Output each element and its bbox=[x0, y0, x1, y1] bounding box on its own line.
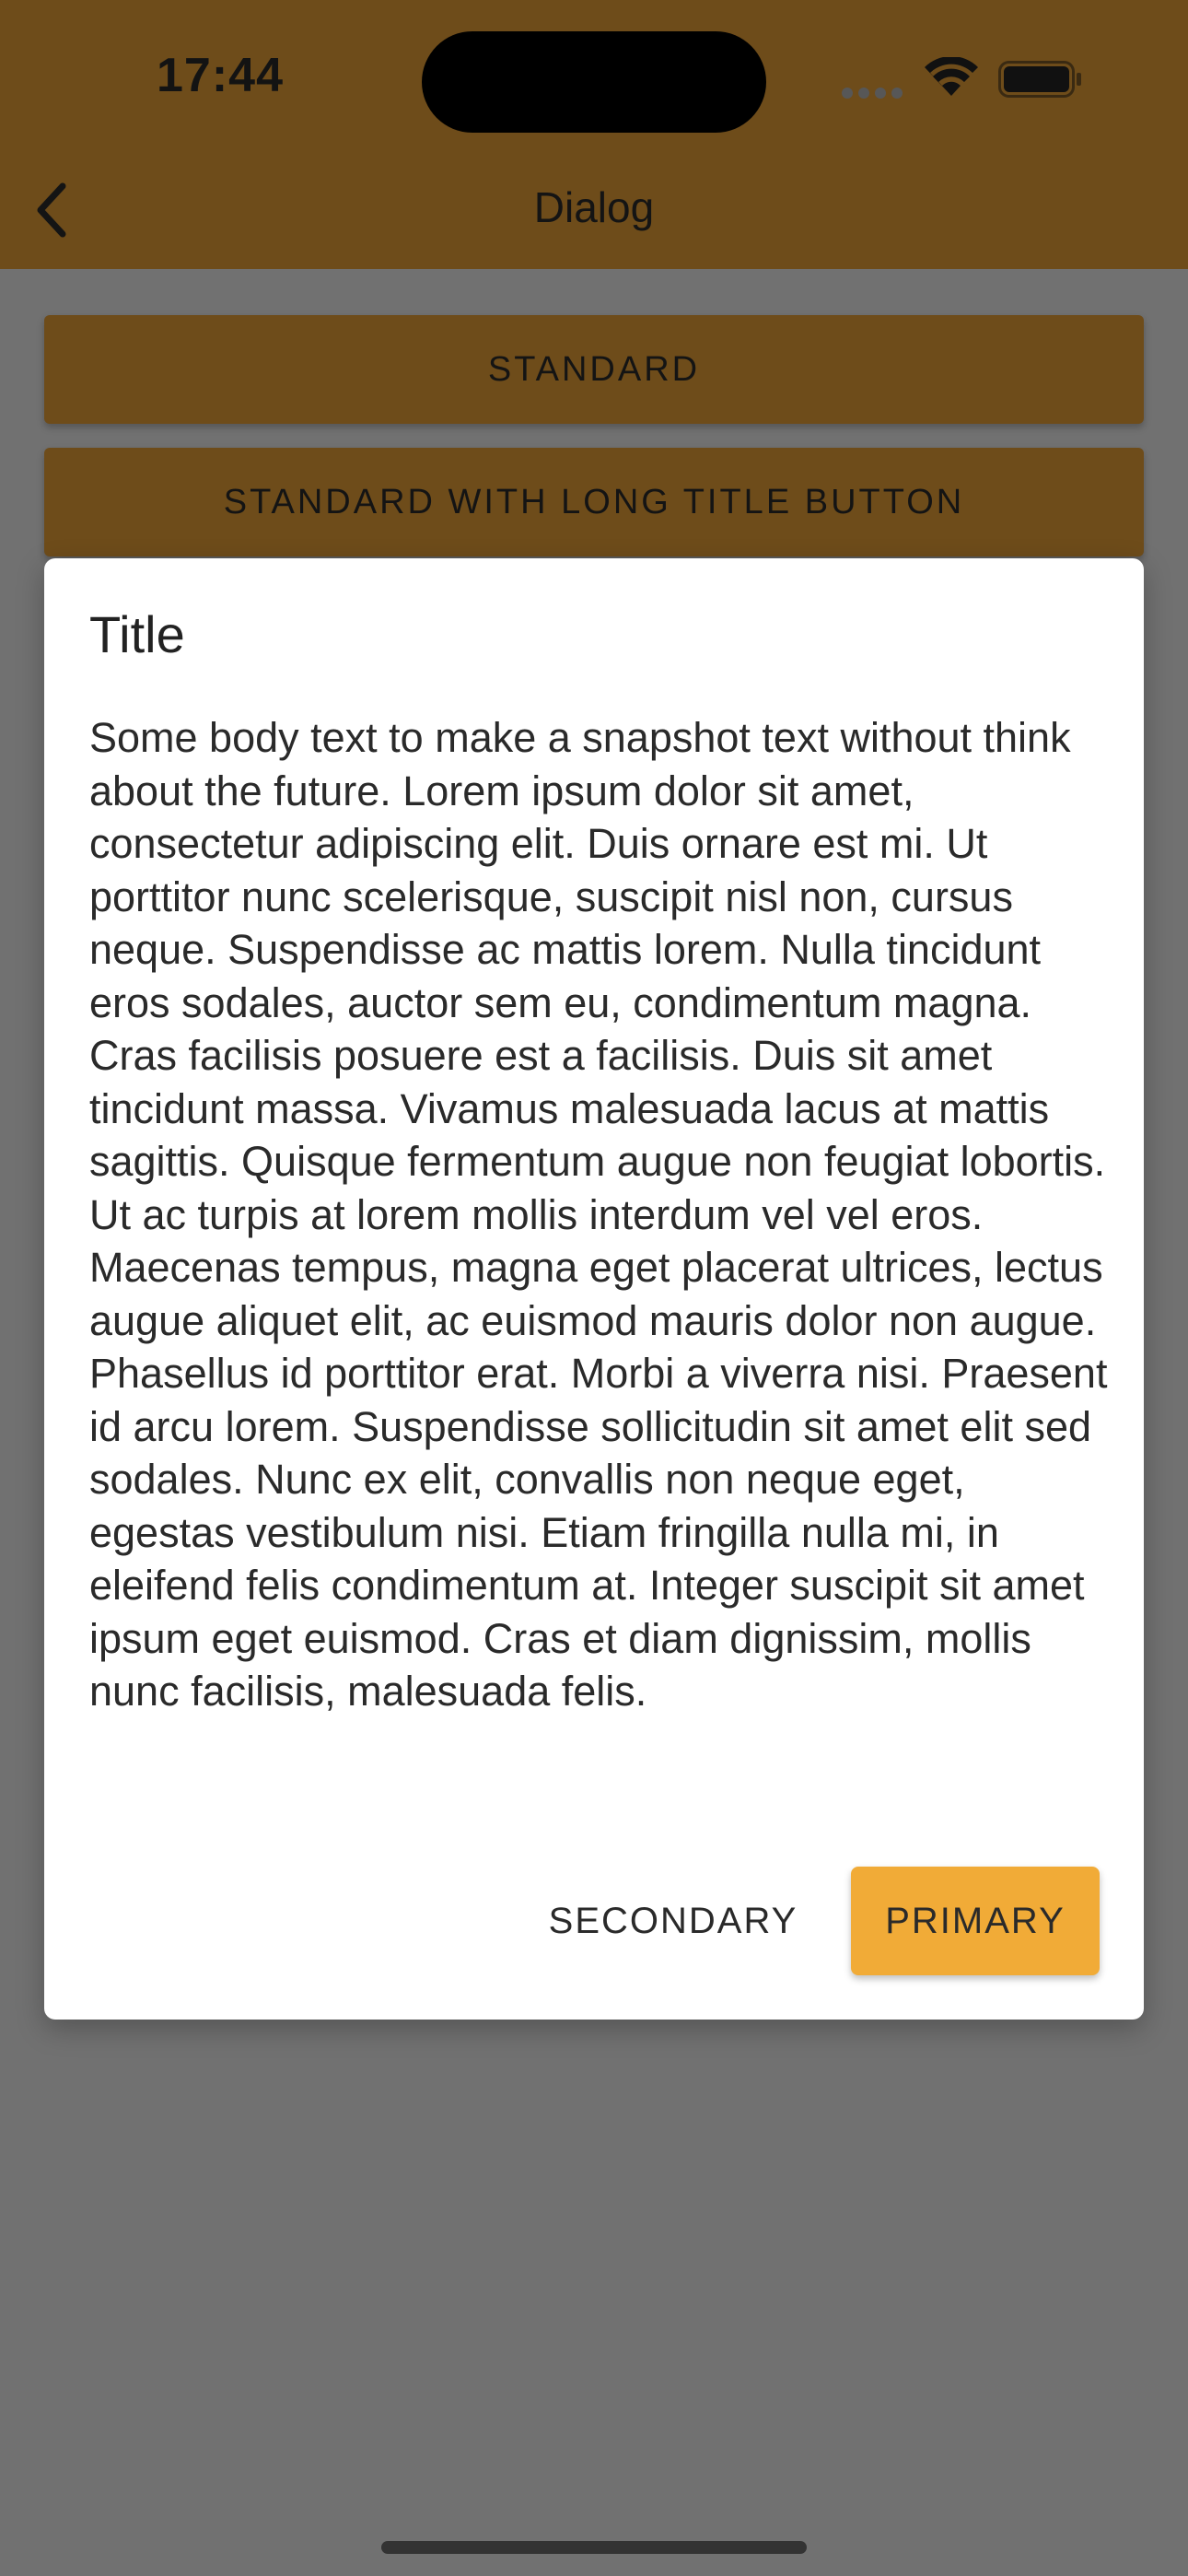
cellular-signal-icon bbox=[842, 88, 904, 99]
secondary-button[interactable]: SECONDARY bbox=[529, 1867, 818, 1975]
dialog-body-text: Some body text to make a snapshot text w… bbox=[89, 714, 1108, 1715]
wifi-icon bbox=[925, 57, 978, 96]
battery-icon bbox=[998, 61, 1081, 98]
primary-button[interactable]: PRIMARY bbox=[851, 1867, 1100, 1975]
page-title: Dialog bbox=[533, 183, 655, 231]
standard-long-title-button[interactable]: STANDARD WITH LONG TITLE BUTTON bbox=[44, 448, 1144, 556]
dynamic-island bbox=[422, 31, 766, 133]
status-time: 17:44 bbox=[157, 49, 284, 102]
dialog: Title Some body text to make a snapshot … bbox=[44, 558, 1144, 2020]
dialog-title: Title bbox=[89, 605, 185, 663]
standard-button[interactable]: STANDARD bbox=[44, 315, 1144, 424]
home-indicator[interactable] bbox=[381, 2541, 807, 2554]
app-header: 17:44 Dialog bbox=[0, 0, 1188, 269]
